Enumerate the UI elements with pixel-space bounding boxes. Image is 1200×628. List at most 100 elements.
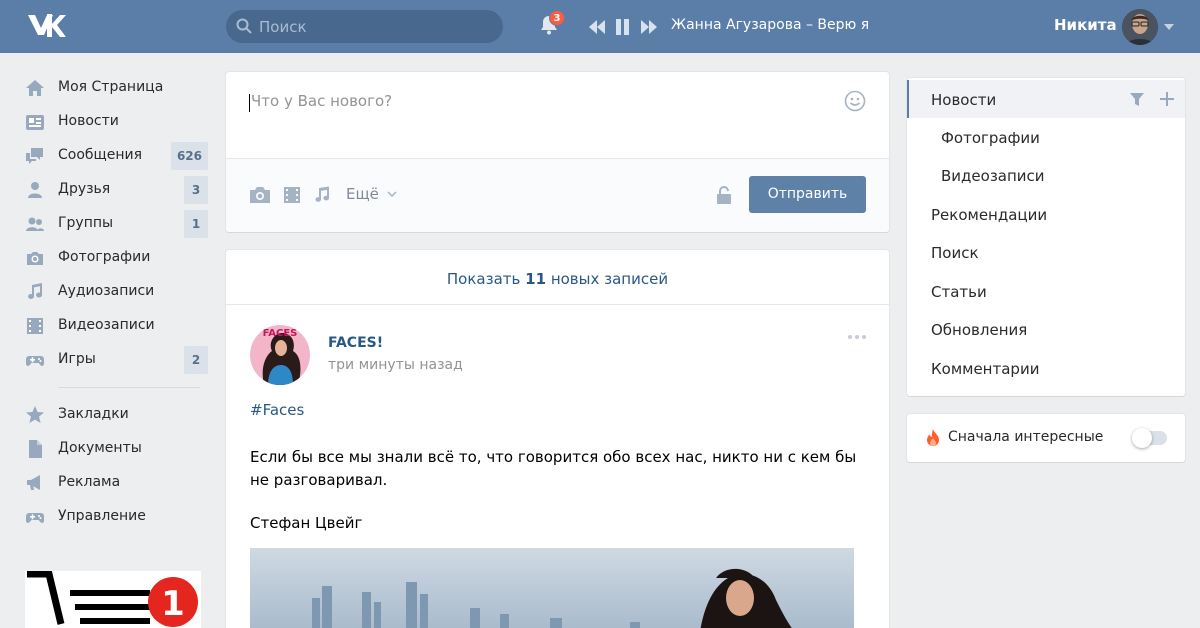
more-attachments-button[interactable]: Ещё (346, 185, 397, 203)
star-icon (26, 406, 44, 423)
post-author-avatar[interactable]: FACES (250, 325, 310, 385)
interesting-first-toggle-card: Сначала интересные (907, 414, 1185, 462)
right-menu-photos[interactable]: Фотографии (907, 118, 1185, 156)
right-menu-comments[interactable]: Комментарии (907, 349, 1185, 387)
text-cursor (249, 94, 250, 112)
music-icon (28, 283, 43, 299)
sidebar-item-management[interactable]: Управление (20, 501, 208, 533)
sidebar-item-label: Управление (58, 508, 146, 524)
cart-overlay-graphic: 1 (25, 571, 201, 628)
right-menu-label: Рекомендации (931, 206, 1048, 224)
emoji-icon[interactable] (844, 90, 866, 112)
right-news-menu: Новости Фотографии Видеозаписи Рекоменда… (907, 78, 1185, 396)
sidebar-item-bookmarks[interactable]: Закладки (20, 399, 208, 431)
switch-knob (1132, 428, 1152, 448)
sidebar-item-label: Аудиозаписи (58, 283, 155, 299)
show-new-posts-button[interactable]: Показать 11 новых записей (226, 250, 889, 305)
sidebar-item-ads[interactable]: Реклама (20, 467, 208, 499)
sidebar-item-label: Закладки (58, 406, 129, 422)
friends-count-badge: 3 (184, 176, 208, 204)
post-image[interactable] (250, 548, 854, 628)
sidebar-item-my-page[interactable]: Моя Страница (20, 72, 208, 104)
current-track-title[interactable]: Жанна Агузарова – Верю я (671, 17, 869, 33)
sidebar-item-news[interactable]: Новости (20, 106, 208, 138)
sidebar-item-label: Документы (58, 440, 142, 456)
camera-icon[interactable] (249, 186, 271, 204)
user-avatar[interactable] (1122, 9, 1158, 45)
plus-icon[interactable] (1160, 92, 1174, 106)
show-more-suffix: новых записей (550, 270, 669, 288)
sidebar-item-messages[interactable]: Сообщения 626 (20, 140, 208, 172)
sidebar-item-video[interactable]: Видеозаписи (20, 310, 208, 342)
vk-logo[interactable] (26, 12, 66, 42)
sidebar-item-photos[interactable]: Фотографии (20, 242, 208, 274)
sidebar-item-label: Реклама (58, 474, 121, 490)
composer-toolbar: Ещё Отправить (226, 159, 889, 232)
video-icon[interactable] (283, 186, 301, 204)
fire-icon (927, 429, 939, 446)
right-menu-label: Обновления (931, 321, 1028, 339)
music-icon[interactable] (313, 186, 331, 204)
news-feed: Показать 11 новых записей FACES FACES! т… (226, 250, 889, 628)
post-author-name[interactable]: FACES! (328, 335, 383, 351)
interesting-first-label: Сначала интересные (948, 429, 1104, 445)
right-menu-search[interactable]: Поиск (907, 233, 1185, 271)
sidebar-item-label: Сообщения (58, 147, 143, 163)
sidebar-item-audio[interactable]: Аудиозаписи (20, 276, 208, 308)
search-box[interactable]: Поиск (226, 10, 503, 43)
messages-count-badge: 626 (170, 142, 208, 170)
camera-icon (27, 252, 43, 265)
send-button[interactable]: Отправить (749, 176, 866, 213)
svg-text:FACES: FACES (263, 328, 298, 339)
interesting-first-switch[interactable] (1132, 428, 1167, 448)
sidebar-item-documents[interactable]: Документы (20, 433, 208, 465)
sidebar-item-games[interactable]: Игры 2 (20, 344, 208, 376)
right-menu-updates[interactable]: Обновления (907, 310, 1185, 348)
sidebar-item-label: Новости (58, 113, 119, 129)
right-menu-label: Фотографии (941, 129, 1040, 147)
post-text: Если бы все мы знали всё то, что говорит… (250, 448, 857, 489)
sidebar-item-groups[interactable]: Группы 1 (20, 208, 208, 240)
right-menu-label: Статьи (931, 283, 987, 301)
new-posts-count: 11 (525, 270, 547, 288)
post-hashtag[interactable]: #Faces (250, 401, 304, 419)
post-composer: Что у Вас нового? Ещё Отправить (226, 72, 889, 232)
sidebar-item-label: Игры (58, 351, 96, 367)
right-menu-news[interactable]: Новости (907, 80, 1185, 118)
sidebar-item-label: Фотографии (58, 249, 151, 265)
right-menu-label: Новости (931, 91, 997, 109)
groups-count-badge: 1 (184, 210, 208, 238)
gamepad-icon (26, 356, 44, 366)
more-label: Ещё (346, 185, 379, 203)
right-menu-label: Поиск (931, 244, 979, 262)
pause-icon[interactable] (616, 19, 629, 35)
filter-icon[interactable] (1130, 93, 1144, 106)
top-header: Поиск 3 Жанна Агузарова – Верю я Никита (0, 0, 1200, 53)
right-menu-label: Видеозаписи (941, 167, 1045, 185)
video-icon (27, 318, 43, 334)
news-icon (26, 115, 44, 130)
audio-player-controls (589, 19, 657, 35)
right-menu-videos[interactable]: Видеозаписи (907, 156, 1185, 194)
document-icon (29, 440, 42, 458)
chevron-down-icon[interactable] (1164, 24, 1174, 30)
next-track-icon[interactable] (641, 20, 657, 34)
sidebar-item-friends[interactable]: Друзья 3 (20, 174, 208, 206)
sidebar-item-label: Моя Страница (58, 79, 164, 95)
prev-track-icon[interactable] (589, 20, 605, 34)
search-icon (236, 18, 252, 34)
megaphone-icon (27, 475, 40, 490)
user-name[interactable]: Никита (1054, 16, 1117, 34)
chevron-down-icon (387, 191, 397, 198)
post-timestamp[interactable]: три минуты назад (328, 357, 463, 373)
gamepad-icon (26, 513, 44, 523)
lock-icon[interactable] (716, 186, 732, 204)
cart-badge-count: 1 (161, 584, 185, 624)
friends-icon (28, 182, 42, 198)
post-input[interactable]: Что у Вас нового? (251, 92, 392, 110)
right-menu-recommendations[interactable]: Рекомендации (907, 195, 1185, 233)
more-options-icon[interactable] (847, 334, 867, 340)
right-menu-articles[interactable]: Статьи (907, 272, 1185, 310)
right-menu-label: Комментарии (931, 360, 1040, 378)
sidebar-item-label: Видеозаписи (58, 317, 155, 333)
